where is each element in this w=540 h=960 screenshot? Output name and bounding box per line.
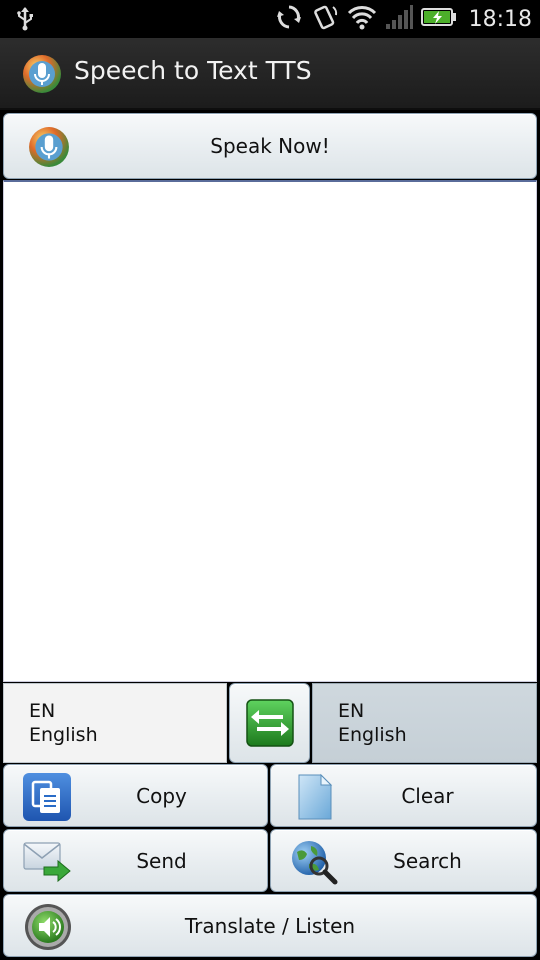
title-bar: Speech to Text TTS [0,38,540,110]
microphone-app-icon [22,54,62,94]
speech-text-area[interactable] [3,180,537,682]
source-language-name: English [29,724,98,746]
signal-icon [385,4,413,34]
usb-icon [14,6,36,36]
swap-languages-button[interactable] [229,683,310,763]
search-label: Search [393,848,462,873]
speak-now-label: Speak Now! [210,134,330,158]
status-bar: 18:18 [0,0,540,38]
swap-arrows-icon [245,698,295,748]
translate-listen-label: Translate / Listen [184,913,356,938]
send-label: Send [136,848,187,873]
source-language-selector[interactable]: EN English [3,683,227,763]
search-button[interactable]: Search [270,829,537,892]
app-title: Speech to Text TTS [74,56,312,85]
clear-label: Clear [401,783,454,808]
sync-icon [275,3,303,35]
target-language-selector[interactable]: EN English [312,683,537,763]
copy-label: Copy [136,783,187,808]
battery-charging-icon [420,6,457,32]
target-language-name: English [338,724,407,746]
source-language-code: EN [29,700,56,722]
wifi-icon [347,4,377,34]
translate-listen-button[interactable]: Translate / Listen [3,894,537,957]
target-language-code: EN [338,700,365,722]
copy-button[interactable]: Copy [3,764,268,827]
clear-button[interactable]: Clear [270,764,537,827]
send-button[interactable]: Send [3,829,268,892]
rotate-icon [311,3,339,35]
status-time: 18:18 [468,6,532,32]
speak-now-button[interactable]: Speak Now! [3,113,537,179]
